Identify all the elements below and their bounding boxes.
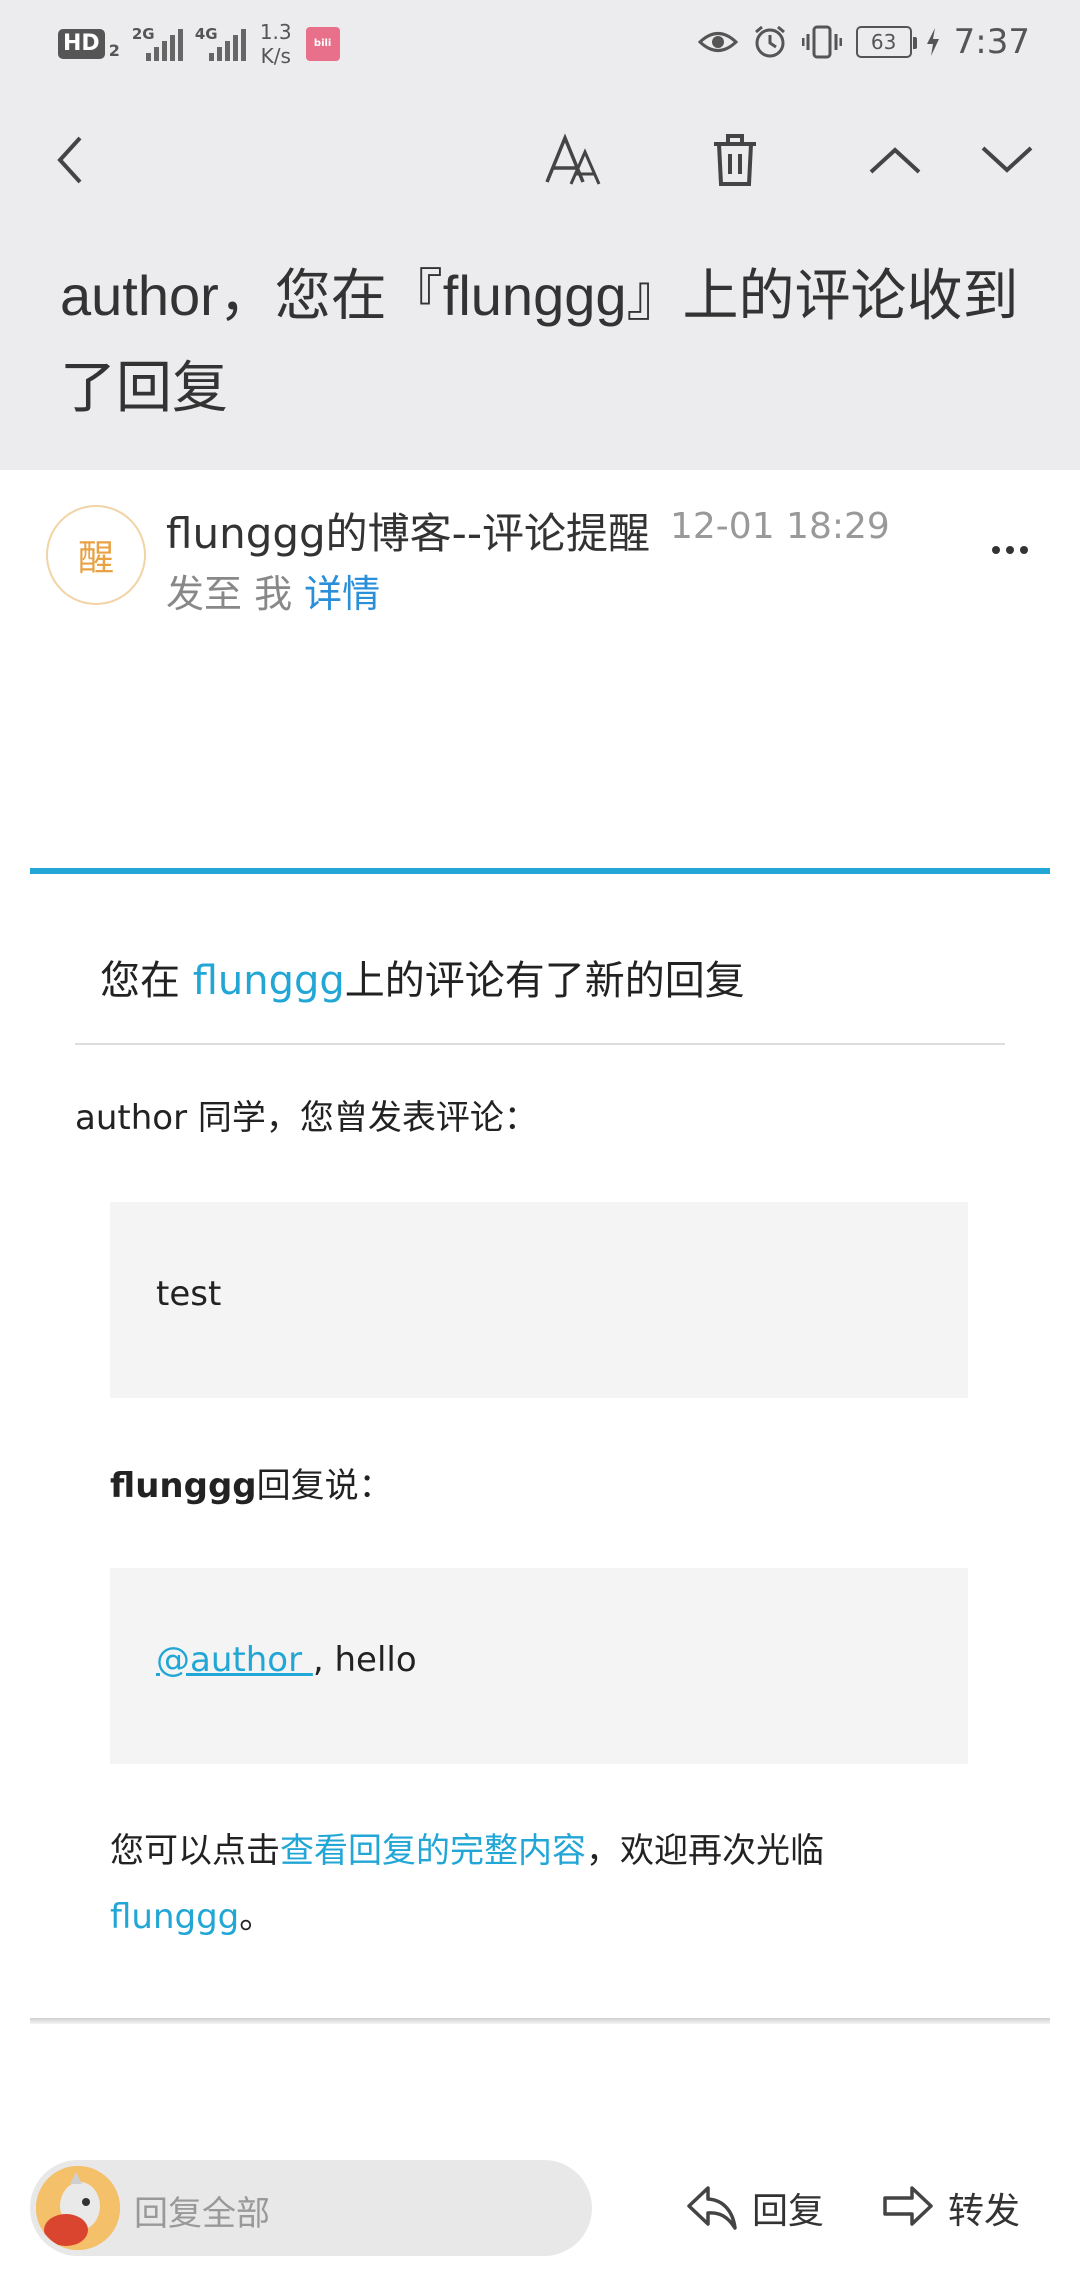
reply-label: 回复: [752, 2191, 825, 2232]
reply-icon: [687, 2186, 737, 2230]
next-icon: [981, 146, 1033, 173]
mail-header: HD 2 2G 4G 1.3 K/s bili 63 7:37 author，您…: [0, 0, 1080, 470]
details-link[interactable]: 详情: [304, 572, 380, 616]
reply-box: @author , hello: [110, 1568, 968, 1764]
battery-indicator: 63: [855, 26, 917, 58]
previous-icon: [869, 147, 921, 174]
more-dot-icon: [1006, 546, 1014, 554]
user-avatar: [36, 2166, 120, 2250]
delete-icon: [714, 134, 756, 186]
signal-4g-icon: 4G: [195, 25, 246, 61]
sender-avatar[interactable]: 醒: [46, 505, 146, 605]
hd-sim-number: 2: [108, 40, 120, 60]
back-button[interactable]: [25, 110, 115, 210]
previous-mail-button[interactable]: [850, 110, 940, 210]
eye-comfort-icon: [697, 32, 738, 52]
reply-text: @author , hello: [156, 1640, 417, 1680]
delete-button[interactable]: [690, 110, 780, 210]
back-icon: [57, 136, 82, 184]
signal-2g-icon: 2G: [132, 25, 183, 61]
sender-row: 醒 flunggg的博客--评论提醒 12-01 18:29 发至 我详情: [0, 470, 1080, 620]
blog-link[interactable]: flunggg: [193, 958, 345, 1004]
site-link[interactable]: flunggg: [110, 1897, 239, 1937]
mail-bottom-edge: [30, 2018, 1050, 2024]
greeting-text: author 同学，您曾发表评论：: [75, 1098, 538, 1138]
screen: HD 2 2G 4G 1.3 K/s bili 63 7:37 author，您…: [0, 0, 1080, 2280]
bottom-action-bar: 回复全部 回复 转发: [0, 2150, 1080, 2280]
original-comment-text: test: [156, 1274, 222, 1314]
reply-all-placeholder: 回复全部: [134, 2194, 270, 2234]
sent-time: 12-01 18:29: [670, 506, 890, 547]
status-bar: HD 2 2G 4G 1.3 K/s bili 63 7:37: [0, 0, 1080, 95]
hd-badge: HD: [58, 29, 105, 59]
replied-line: flunggg回复说：: [110, 1466, 393, 1506]
more-dot-icon: [1020, 546, 1028, 554]
status-right: 63 7:37: [697, 22, 1030, 62]
mail-toolbar: [0, 110, 1080, 210]
reply-all-input[interactable]: 回复全部: [30, 2160, 592, 2256]
footer-text: 您可以点击查看回复的完整内容，欢迎再次光临 flunggg。: [110, 1831, 824, 1937]
mail-accent-line: [30, 868, 1050, 874]
forward-icon: [883, 2186, 933, 2226]
view-full-reply-link[interactable]: 查看回复的完整内容: [280, 1831, 586, 1871]
clock: 7:37: [953, 22, 1030, 62]
divider: [75, 1043, 1005, 1045]
font-size-icon: [545, 133, 601, 185]
forward-button[interactable]: 转发: [882, 2168, 1020, 2248]
font-size-button[interactable]: [530, 110, 620, 210]
original-comment-box: test: [110, 1202, 968, 1398]
charging-icon: [926, 28, 939, 56]
user-avatar-icon: [36, 2166, 120, 2250]
mail-heading: 您在 flunggg上的评论有了新的回复: [100, 958, 745, 1004]
recipient-text: 发至 我: [166, 572, 293, 616]
recipient-line: 发至 我详情: [166, 563, 380, 618]
more-dot-icon: [992, 546, 1000, 554]
next-mail-button[interactable]: [962, 110, 1052, 210]
mention-link[interactable]: @author: [156, 1640, 313, 1680]
mail-subject: author，您在『flunggg』上的评论收到了回复: [60, 264, 1019, 419]
replier-name: flunggg: [110, 1466, 257, 1506]
status-left: HD 2 2G 4G 1.3 K/s bili: [58, 20, 340, 68]
forward-label: 转发: [948, 2191, 1021, 2232]
mail-body: 您在 flunggg上的评论有了新的回复 author 同学，您曾发表评论： t…: [30, 868, 1050, 2024]
bilibili-notification-icon: bili: [305, 27, 340, 61]
net-speed: 1.3 K/s: [259, 20, 292, 68]
vibrate-icon: [801, 25, 842, 59]
alarm-icon: [754, 25, 785, 58]
more-options-button[interactable]: [980, 520, 1040, 580]
reply-button[interactable]: 回复: [686, 2168, 824, 2248]
sender-name[interactable]: flunggg的博客--评论提醒: [166, 500, 650, 561]
